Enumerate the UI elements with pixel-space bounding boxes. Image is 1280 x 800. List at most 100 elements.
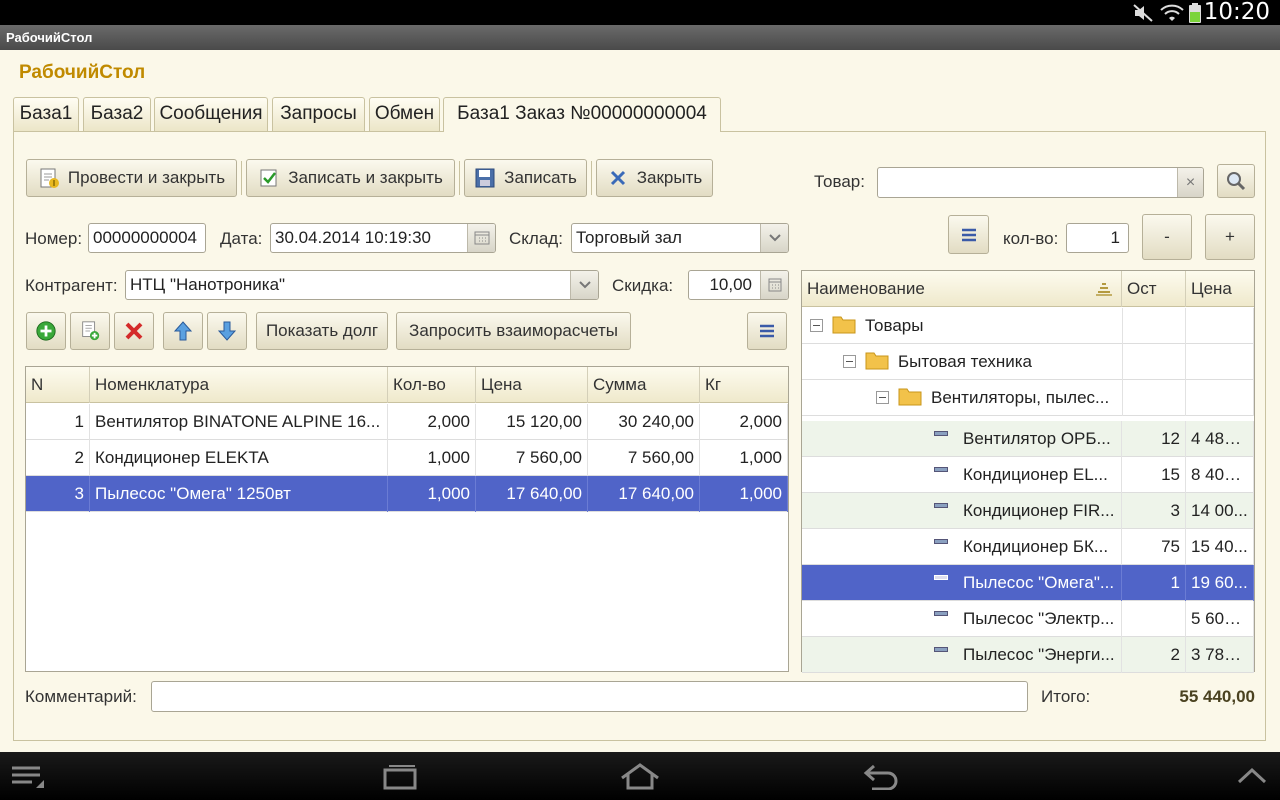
table-cell (1186, 380, 1254, 416)
add-row-button[interactable] (26, 312, 66, 350)
table-cell: 14 00... (1186, 493, 1254, 529)
date-label: Дата: (220, 229, 263, 248)
collapse-icon[interactable] (810, 319, 823, 332)
table-cell: 1,000 (388, 440, 476, 476)
col-nomenclature[interactable]: Номенклатура (90, 367, 388, 403)
request-settlements-button[interactable]: Запросить взаиморасчеты (396, 312, 631, 350)
table-cell: 8 400,... (1186, 457, 1254, 493)
qty-minus-button[interactable]: - (1142, 214, 1192, 260)
menu-button[interactable] (948, 215, 989, 254)
number-field[interactable]: 00000000004 (88, 223, 206, 253)
tab-messages[interactable]: Сообщения (154, 97, 268, 131)
col-qty[interactable]: Кол-во (388, 367, 476, 403)
tab-base1[interactable]: База1 (13, 97, 79, 131)
home-icon[interactable] (618, 762, 662, 790)
comment-input[interactable] (151, 681, 1028, 712)
col-kg[interactable]: Кг (700, 367, 788, 403)
table-menu-button[interactable] (747, 312, 787, 350)
col-sum[interactable]: Сумма (588, 367, 700, 403)
move-up-button[interactable] (163, 312, 203, 350)
folder-icon (898, 386, 922, 411)
calendar-icon[interactable] (467, 224, 495, 252)
table-cell: 30 240,00 (588, 404, 700, 440)
table-cell: 17 640,00 (588, 476, 700, 512)
chevron-down-icon[interactable] (760, 224, 788, 252)
tree-group-row[interactable]: Товары (802, 308, 1254, 344)
table-row[interactable]: 1 Вентилятор BINATONE ALPINE 16... 2,000 15… (26, 404, 788, 440)
post-document-icon (38, 167, 60, 189)
table-cell: 3 (26, 476, 90, 512)
col-catalog-price[interactable]: Цена (1186, 271, 1254, 307)
tab-requests[interactable]: Запросы (272, 97, 365, 131)
counterparty-value: НТЦ "Нанотроника" (130, 275, 286, 294)
table-row[interactable]: 2 Кондиционер ELEKTA 1,000 7 560,00 7 560,00… (26, 440, 788, 476)
app-area: РабочийСтол База1 База2 Сообщения Запрос… (0, 50, 1280, 752)
table-cell: 17 640,00 (476, 476, 588, 512)
table-cell: 2,000 (700, 404, 788, 440)
total-value: 55 440,00 (1179, 687, 1255, 706)
item-icon (934, 575, 948, 580)
catalog-item-row[interactable]: Кондиционер FIR... 3 14 00... (802, 493, 1254, 529)
catalog-item-row[interactable]: Вентилятор ОРБ... 12 4 480,... (802, 421, 1254, 457)
qty-input[interactable]: 1 (1066, 223, 1129, 253)
tree-group-row[interactable]: Вентиляторы, пылес... (802, 380, 1254, 416)
close-button[interactable]: Закрыть (596, 159, 713, 197)
tab-exchange[interactable]: Обмен (369, 97, 440, 131)
arrow-down-icon (216, 320, 238, 342)
search-button[interactable] (1217, 164, 1255, 198)
table-cell: 15 (1122, 457, 1186, 493)
catalog-item-row[interactable]: Пылесос "Энерги... 2 3 780,... (802, 637, 1254, 673)
table-cell: Кондиционер ELEKTA (90, 440, 388, 476)
clear-icon[interactable]: × (1177, 168, 1203, 197)
chevron-up-icon[interactable] (1236, 762, 1268, 790)
post-and-close-button[interactable]: Провести и закрыть (26, 159, 237, 197)
table-cell: 1 (1122, 565, 1186, 601)
back-icon[interactable] (862, 762, 902, 790)
collapse-icon[interactable] (876, 391, 889, 404)
order-table: N Номенклатура Кол-во Цена Сумма Кг 1 Вен… (25, 366, 789, 672)
status-bar: 10:20 (0, 0, 1280, 25)
table-cell: 2 (26, 440, 90, 476)
discount-field[interactable]: 10,00 (688, 270, 789, 300)
catalog-item-row[interactable]: Кондиционер БК... 75 15 40... (802, 529, 1254, 565)
calculator-icon[interactable] (760, 271, 788, 299)
table-row[interactable]: 3 Пылесос "Омега" 1250вт 1,000 17 640,00 17 … (26, 476, 788, 512)
collapse-icon[interactable] (843, 355, 856, 368)
catalog-table: Наименование Ост Цена Товары Бытовая техн… (801, 270, 1255, 673)
save-and-close-button[interactable]: Записать и закрыть (246, 159, 455, 197)
save-label: Записать (504, 168, 577, 187)
tree-group-row[interactable]: Бытовая техника (802, 344, 1254, 380)
catalog-item-row[interactable]: Кондиционер EL... 15 8 400,... (802, 457, 1254, 493)
menu-icon[interactable] (10, 762, 46, 790)
save-button[interactable]: Записать (464, 159, 587, 197)
qty-plus-button[interactable]: + (1205, 214, 1255, 260)
col-name-label: Наименование (807, 279, 925, 298)
item-icon (934, 539, 948, 544)
recent-apps-icon[interactable] (380, 762, 420, 790)
date-field[interactable]: 30.04.2014 10:19:30 (270, 223, 496, 253)
col-price[interactable]: Цена (476, 367, 588, 403)
page-title: РабочийСтол (19, 62, 146, 83)
copy-row-button[interactable] (70, 312, 110, 350)
android-nav-bar (0, 752, 1280, 800)
product-search-input[interactable]: × (877, 167, 1204, 198)
warehouse-select[interactable]: Торговый зал (571, 223, 789, 253)
toolbar-divider (591, 161, 592, 195)
col-n[interactable]: N (26, 367, 90, 403)
item-icon (934, 467, 948, 472)
tab-order[interactable]: База1 Заказ №00000000004 (443, 97, 721, 132)
col-stock[interactable]: Ост (1122, 271, 1186, 307)
table-cell: 75 (1122, 529, 1186, 565)
catalog-item-row[interactable]: Пылесос "Омега"... 1 19 60... (802, 565, 1254, 601)
table-cell: Кондиционер БК... (958, 529, 1122, 565)
catalog-item-row[interactable]: Пылесос "Электр... 5 600,... (802, 601, 1254, 637)
counterparty-select[interactable]: НТЦ "Нанотроника" (125, 270, 599, 300)
tab-base2[interactable]: База2 (83, 97, 151, 131)
delete-row-button[interactable] (114, 312, 154, 350)
col-name[interactable]: Наименование (802, 271, 1122, 307)
show-debt-button[interactable]: Показать долг (256, 312, 388, 350)
chevron-down-icon[interactable] (570, 271, 598, 299)
move-down-button[interactable] (207, 312, 247, 350)
table-cell (1186, 308, 1254, 344)
table-cell: Вентиляторы, пылес... (931, 388, 1110, 407)
